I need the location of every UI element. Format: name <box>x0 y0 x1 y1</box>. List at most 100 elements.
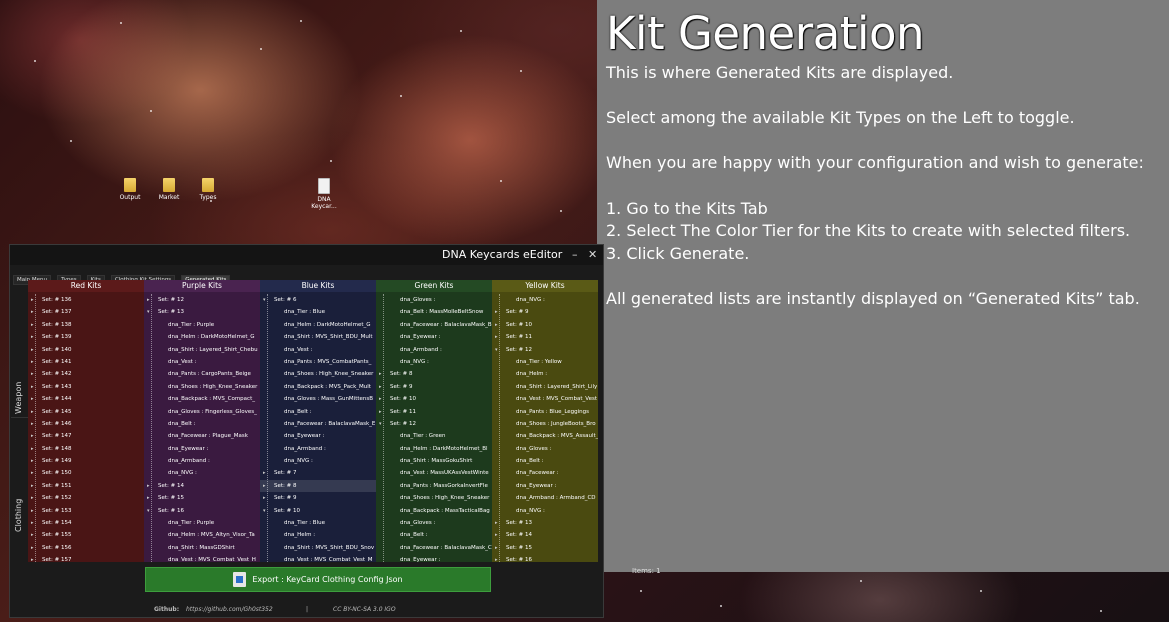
tree-attribute-node[interactable]: dna_Shirt : Layered_Shirt_Chebu <box>144 344 260 356</box>
tree-set-node[interactable]: ▸ Set: # 137 <box>28 306 144 318</box>
expander-icon[interactable]: ▸ <box>31 455 34 467</box>
tree-set-node[interactable]: ▸ Set: # 16 <box>492 554 598 562</box>
tree-set-node[interactable]: ▸ Set: # 156 <box>28 542 144 554</box>
expander-icon[interactable]: ▸ <box>31 344 34 356</box>
column-header[interactable]: Yellow Kits <box>492 280 598 292</box>
expander-icon[interactable]: ▸ <box>31 319 34 331</box>
tree-attribute-node[interactable]: dna_Belt : <box>144 418 260 430</box>
tree-attribute-node[interactable]: dna_Eyewear : <box>376 554 492 562</box>
expander-icon[interactable]: ▸ <box>495 331 498 343</box>
tree-set-node[interactable]: ▸ Set: # 15 <box>492 542 598 554</box>
tree-set-node[interactable]: ▸ Set: # 146 <box>28 418 144 430</box>
tree-set-node[interactable]: ▸ Set: # 147 <box>28 430 144 442</box>
expander-icon[interactable]: ▸ <box>495 554 498 562</box>
tree-set-node[interactable]: ▸ Set: # 11 <box>376 406 492 418</box>
tree-attribute-node[interactable]: dna_Tier : Blue <box>260 306 376 318</box>
tree-attribute-node[interactable]: dna_Eyewear : <box>144 443 260 455</box>
tree-set-node[interactable]: ▸ Set: # 10 <box>376 393 492 405</box>
tree-attribute-node[interactable]: dna_Pants : MassGorkaInvertFle <box>376 480 492 492</box>
tree-attribute-node[interactable]: dna_Belt : <box>492 455 598 467</box>
tree-attribute-node[interactable]: dna_NVG : <box>376 356 492 368</box>
tree-attribute-node[interactable]: dna_Gloves : <box>492 443 598 455</box>
tree-attribute-node[interactable]: dna_Tier : Purple <box>144 319 260 331</box>
tree-set-node[interactable]: ▸ Set: # 8 <box>260 479 376 493</box>
tree-set-node[interactable]: ▸ Set: # 144 <box>28 393 144 405</box>
expander-icon[interactable]: ▸ <box>379 381 382 393</box>
tree-set-node[interactable]: ▸ Set: # 149 <box>28 455 144 467</box>
title-bar[interactable]: DNA Keycards eEditor – ✕ <box>10 245 603 265</box>
tree-attribute-node[interactable]: dna_Helm : DarkMotoHelmet_Bl <box>376 443 492 455</box>
expander-icon[interactable]: ▾ <box>263 294 266 306</box>
expander-icon[interactable]: ▸ <box>31 467 34 479</box>
tree-set-node[interactable]: ▸ Set: # 14 <box>144 480 260 492</box>
tree-attribute-node[interactable]: dna_Tier : Purple <box>144 517 260 529</box>
tree-set-node[interactable]: ▸ Set: # 145 <box>28 406 144 418</box>
expander-icon[interactable]: ▸ <box>495 517 498 529</box>
tree-attribute-node[interactable]: dna_Tier : Yellow <box>492 356 598 368</box>
expander-icon[interactable]: ▸ <box>31 294 34 306</box>
tree-set-node[interactable]: ▸ Set: # 140 <box>28 344 144 356</box>
tree-set-node[interactable]: ▸ Set: # 9 <box>492 306 598 318</box>
tree-attribute-node[interactable]: dna_Facewear : BalaclavaMask_B <box>376 319 492 331</box>
tree-set-node[interactable]: ▸ Set: # 153 <box>28 505 144 517</box>
tree-set-node[interactable]: ▸ Set: # 136 <box>28 294 144 306</box>
tree-set-node[interactable]: ▸ Set: # 14 <box>492 529 598 541</box>
expander-icon[interactable]: ▸ <box>495 319 498 331</box>
desktop-icon-market[interactable]: Market <box>149 178 189 201</box>
expander-icon[interactable]: ▸ <box>147 294 150 306</box>
expander-icon[interactable]: ▸ <box>31 356 34 368</box>
tree-attribute-node[interactable]: dna_Shirt : MVS_Shirt_BDU_Mult <box>260 331 376 343</box>
tree-attribute-node[interactable]: dna_Tier : Green <box>376 430 492 442</box>
tree-set-node[interactable]: ▸ Set: # 11 <box>492 331 598 343</box>
expander-icon[interactable]: ▸ <box>147 492 150 504</box>
expander-icon[interactable]: ▸ <box>31 492 34 504</box>
tree-set-node[interactable]: ▸ Set: # 9 <box>260 492 376 504</box>
tree-set-node[interactable]: ▸ Set: # 12 <box>144 294 260 306</box>
side-tab-clothing[interactable]: Clothing <box>11 430 28 540</box>
tree-attribute-node[interactable]: dna_NVG : <box>144 467 260 479</box>
expander-icon[interactable]: ▸ <box>495 542 498 554</box>
expander-icon[interactable]: ▸ <box>495 529 498 541</box>
expander-icon[interactable]: ▸ <box>31 306 34 318</box>
tree-attribute-node[interactable]: dna_Vest : MVS_Combat_Vest_H <box>144 554 260 562</box>
tree-attribute-node[interactable]: dna_Backpack : MassTacticalBag <box>376 505 492 517</box>
tree-set-node[interactable]: ▸ Set: # 157 <box>28 554 144 562</box>
tree-attribute-node[interactable]: dna_Vest : <box>260 344 376 356</box>
column-header[interactable]: Purple Kits <box>144 280 260 292</box>
side-tab-weapon[interactable]: Weapon <box>11 312 28 418</box>
tree-attribute-node[interactable]: dna_Eyewear : <box>376 331 492 343</box>
tree-attribute-node[interactable]: dna_Shoes : High_Knee_Sneaker <box>144 381 260 393</box>
tree-attribute-node[interactable]: dna_Gloves : <box>376 294 492 306</box>
tree-attribute-node[interactable]: dna_Helm : <box>260 529 376 541</box>
expander-icon[interactable]: ▸ <box>31 406 34 418</box>
tree-attribute-node[interactable]: dna_Facewear : BalaclavaMask_E <box>260 418 376 430</box>
tree-attribute-node[interactable]: dna_Vest : <box>144 356 260 368</box>
expander-icon[interactable]: ▾ <box>379 418 382 430</box>
expander-icon[interactable]: ▸ <box>31 381 34 393</box>
expander-icon[interactable]: ▸ <box>263 492 266 504</box>
expander-icon[interactable]: ▸ <box>31 443 34 455</box>
tree-set-node[interactable]: ▸ Set: # 143 <box>28 381 144 393</box>
github-link[interactable]: https://github.com/Gh0st352 <box>186 606 273 613</box>
expander-icon[interactable]: ▸ <box>31 331 34 343</box>
expander-icon[interactable]: ▸ <box>379 393 382 405</box>
tree-set-node[interactable]: ▸ Set: # 15 <box>144 492 260 504</box>
expander-icon[interactable]: ▸ <box>495 306 498 318</box>
tree-set-node[interactable]: ▾ Set: # 16 <box>144 505 260 517</box>
expander-icon[interactable]: ▾ <box>147 306 150 318</box>
tree-attribute-node[interactable]: dna_Tier : Blue <box>260 517 376 529</box>
tree-attribute-node[interactable]: dna_Armband : <box>376 344 492 356</box>
tree-attribute-node[interactable]: dna_Pants : CargoPants_Beige <box>144 368 260 380</box>
expander-icon[interactable]: ▸ <box>31 418 34 430</box>
tree-attribute-node[interactable]: dna_NVG : <box>260 455 376 467</box>
expander-icon[interactable]: ▸ <box>379 406 382 418</box>
tree-set-node[interactable]: ▾ Set: # 13 <box>144 306 260 318</box>
tree-attribute-node[interactable]: dna_Eyewear : <box>492 480 598 492</box>
tree-attribute-node[interactable]: dna_Helm : <box>492 368 598 380</box>
tree-set-node[interactable]: ▸ Set: # 150 <box>28 467 144 479</box>
tree-attribute-node[interactable]: dna_Shoes : High_Knee_Sneaker <box>260 368 376 380</box>
tree-attribute-node[interactable]: dna_Helm : DarkMotoHelmet_G <box>144 331 260 343</box>
expander-icon[interactable]: ▾ <box>263 505 266 517</box>
expander-icon[interactable]: ▸ <box>263 467 266 479</box>
expander-icon[interactable]: ▸ <box>147 480 150 492</box>
